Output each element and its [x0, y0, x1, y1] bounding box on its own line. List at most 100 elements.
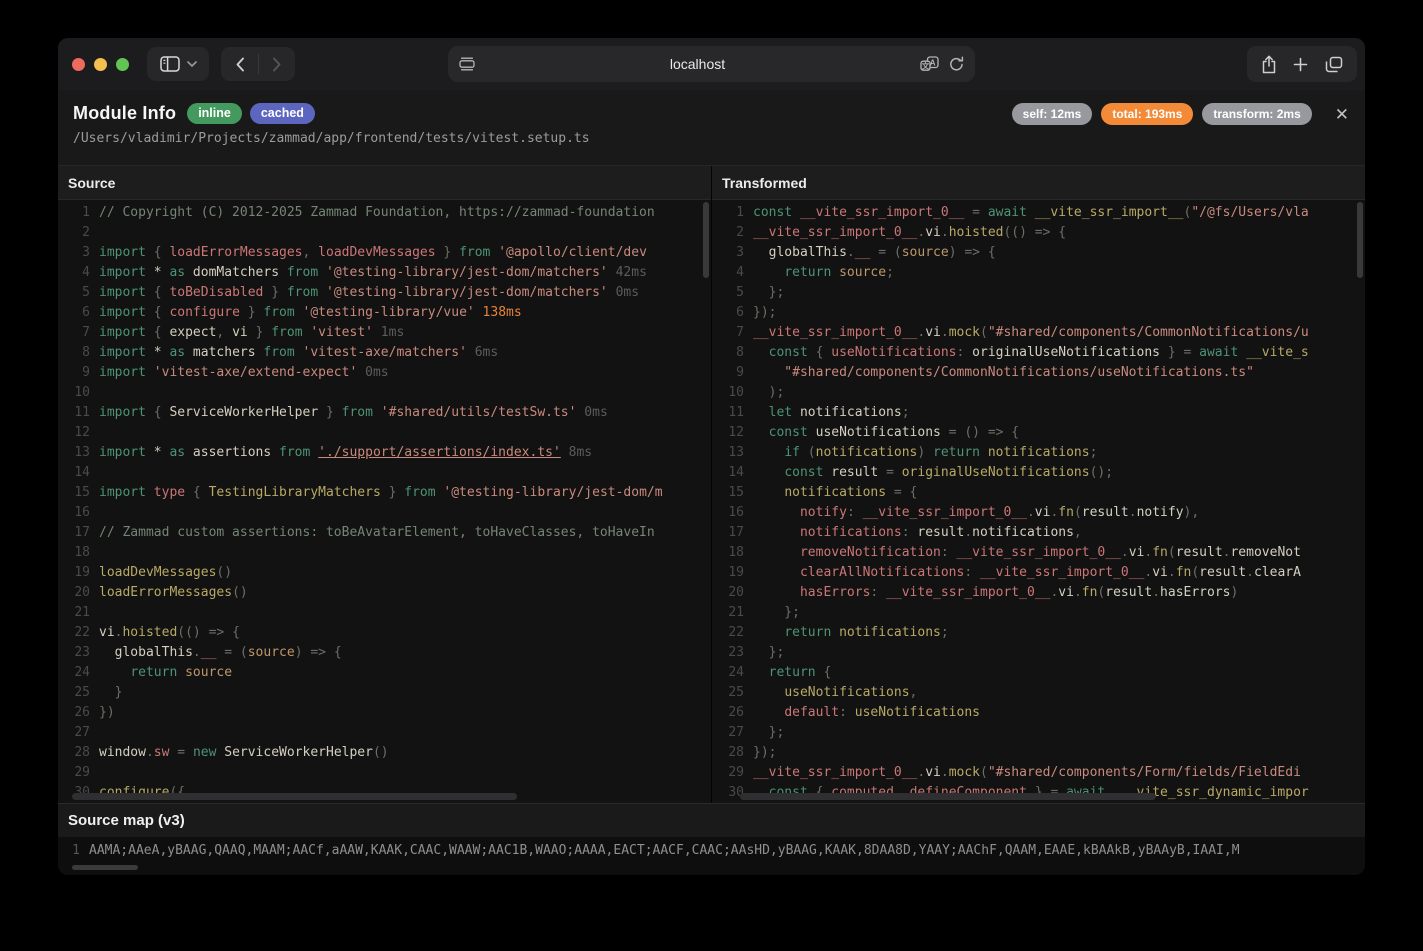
window-controls — [72, 58, 129, 71]
code-line: 11 let notifications; — [712, 403, 1365, 423]
code-line: 21 — [58, 603, 711, 623]
transformed-vertical-scrollbar[interactable] — [1357, 202, 1363, 278]
browser-window: localhost A 文 — [58, 38, 1365, 875]
transformed-horizontal-scrollbar[interactable] — [740, 793, 1156, 800]
code-line: 23 globalThis.__ = (source) => { — [58, 643, 711, 663]
code-panels: Source 1// Copyright (C) 2012-2025 Zamma… — [58, 165, 1365, 803]
code-line: 26}) — [58, 703, 711, 723]
share-button[interactable] — [1261, 55, 1277, 74]
code-line: 27 }; — [712, 723, 1365, 743]
transformed-code-area[interactable]: 1const __vite_ssr_import_0__ = await __v… — [712, 200, 1365, 803]
code-line: 5 }; — [712, 283, 1365, 303]
code-line: 3import { loadErrorMessages, loadDevMess… — [58, 243, 711, 263]
svg-text:A: A — [930, 58, 936, 67]
stat-pill: total: 193ms — [1101, 103, 1193, 125]
svg-text:文: 文 — [922, 60, 930, 70]
reload-icon[interactable] — [949, 56, 964, 72]
code-line: 18 removeNotification: __vite_ssr_import… — [712, 543, 1365, 563]
code-line: 24 return source — [58, 663, 711, 683]
module-badge-cached: cached — [250, 103, 315, 124]
sidebar-toggle-button[interactable] — [147, 47, 209, 81]
code-line: 2__vite_ssr_import_0__.vi.hoisted(() => … — [712, 223, 1365, 243]
code-line: 25 useNotifications, — [712, 683, 1365, 703]
close-panel-button[interactable]: ✕ — [1335, 106, 1349, 123]
code-line: 7__vite_ssr_import_0__.vi.mock("#shared/… — [712, 323, 1365, 343]
code-line: 4import * as domMatchers from '@testing-… — [58, 263, 711, 283]
code-line: 17 notifications: result.notifications, — [712, 523, 1365, 543]
code-line: 18 — [58, 543, 711, 563]
code-line: 4 return source; — [712, 263, 1365, 283]
code-line: 12 — [58, 423, 711, 443]
module-info-header: Module Info inline cached /Users/vladimir… — [58, 90, 1365, 165]
code-line: 22vi.hoisted(() => { — [58, 623, 711, 643]
source-vertical-scrollbar[interactable] — [703, 202, 709, 278]
chevron-down-icon — [187, 61, 197, 67]
code-line: 9import 'vitest-axe/extend-expect' 0ms — [58, 363, 711, 383]
code-line: 21 }; — [712, 603, 1365, 623]
sourcemap-scroll-strip — [58, 863, 1365, 875]
code-line: 20loadErrorMessages() — [58, 583, 711, 603]
code-line: 19loadDevMessages() — [58, 563, 711, 583]
sourcemap-line: 1 AAMA;AAeA,yBAAG,QAAQ,MAAM;AACf,aAAW,KA… — [58, 837, 1365, 863]
sourcemap-horizontal-scrollbar[interactable] — [72, 865, 138, 870]
code-line: 7import { expect, vi } from 'vitest' 1ms — [58, 323, 711, 343]
code-line: 5import { toBeDisabled } from '@testing-… — [58, 283, 711, 303]
translate-icon[interactable]: A 文 — [920, 56, 939, 72]
url-text[interactable]: localhost — [475, 56, 920, 72]
code-line: 20 hasErrors: __vite_ssr_import_0__.vi.f… — [712, 583, 1365, 603]
code-panel: Source 1// Copyright (C) 2012-2025 Zamma… — [58, 166, 711, 803]
stat-pill: self: 12ms — [1012, 103, 1093, 125]
code-line: 10 — [58, 383, 711, 403]
toolbar-right-buttons — [1247, 46, 1357, 82]
code-line: 6}); — [712, 303, 1365, 323]
code-line: 15import type { TestingLibraryMatchers }… — [58, 483, 711, 503]
code-line: 1const __vite_ssr_import_0__ = await __v… — [712, 203, 1365, 223]
code-line: 17// Zammad custom assertions: toBeAvata… — [58, 523, 711, 543]
sourcemap-line-number: 1 — [58, 843, 80, 858]
timing-stats: self: 12ms total: 193ms transform: 2ms ✕ — [1012, 103, 1349, 125]
transformed-panel-title: Transformed — [712, 166, 1365, 200]
code-line: 28}); — [712, 743, 1365, 763]
back-button[interactable] — [222, 47, 258, 81]
code-line: 24 return { — [712, 663, 1365, 683]
code-line: 13import * as assertions from './support… — [58, 443, 711, 463]
sourcemap-title: Source map (v3) — [58, 803, 1365, 837]
module-path: /Users/vladimir/Projects/zammad/app/fron… — [73, 131, 1349, 146]
code-line: 29__vite_ssr_import_0__.vi.mock("#shared… — [712, 763, 1365, 783]
code-line: 14 const result = originalUseNotificatio… — [712, 463, 1365, 483]
code-line: 13 if (notifications) return notificatio… — [712, 443, 1365, 463]
zoom-window-button[interactable] — [116, 58, 129, 71]
code-line: 3 globalThis.__ = (source) => { — [712, 243, 1365, 263]
source-code-area[interactable]: 1// Copyright (C) 2012-2025 Zammad Found… — [58, 200, 711, 803]
sidebar-icon — [160, 56, 180, 72]
code-line: 25 } — [58, 683, 711, 703]
reader-icon[interactable] — [459, 57, 475, 71]
code-line: 1// Copyright (C) 2012-2025 Zammad Found… — [58, 203, 711, 223]
minimize-window-button[interactable] — [94, 58, 107, 71]
forward-button[interactable] — [259, 47, 295, 81]
close-window-button[interactable] — [72, 58, 85, 71]
new-tab-button[interactable] — [1293, 57, 1308, 72]
stat-pill: transform: 2ms — [1202, 103, 1311, 125]
tab-overview-button[interactable] — [1325, 56, 1343, 73]
source-horizontal-scrollbar[interactable] — [72, 793, 517, 800]
code-line: 11import { ServiceWorkerHelper } from '#… — [58, 403, 711, 423]
code-line: 19 clearAllNotifications: __vite_ssr_imp… — [712, 563, 1365, 583]
code-line: 2 — [58, 223, 711, 243]
code-line: 12 const useNotifications = () => { — [712, 423, 1365, 443]
page-title: Module Info — [73, 103, 176, 124]
code-line: 8import * as matchers from 'vitest-axe/m… — [58, 343, 711, 363]
code-line: 22 return notifications; — [712, 623, 1365, 643]
address-bar[interactable]: localhost A 文 — [448, 46, 975, 82]
code-panel: Transformed 1const __vite_ssr_import_0__… — [711, 166, 1365, 803]
source-panel-title: Source — [58, 166, 711, 200]
code-line: 16 — [58, 503, 711, 523]
code-line: 15 notifications = { — [712, 483, 1365, 503]
code-line: 10 ); — [712, 383, 1365, 403]
browser-toolbar: localhost A 文 — [58, 38, 1365, 90]
code-line: 14 — [58, 463, 711, 483]
module-badge-inline: inline — [187, 103, 242, 124]
code-line: 9 "#shared/components/CommonNotification… — [712, 363, 1365, 383]
nav-buttons — [221, 47, 295, 81]
code-line: 6import { configure } from '@testing-lib… — [58, 303, 711, 323]
